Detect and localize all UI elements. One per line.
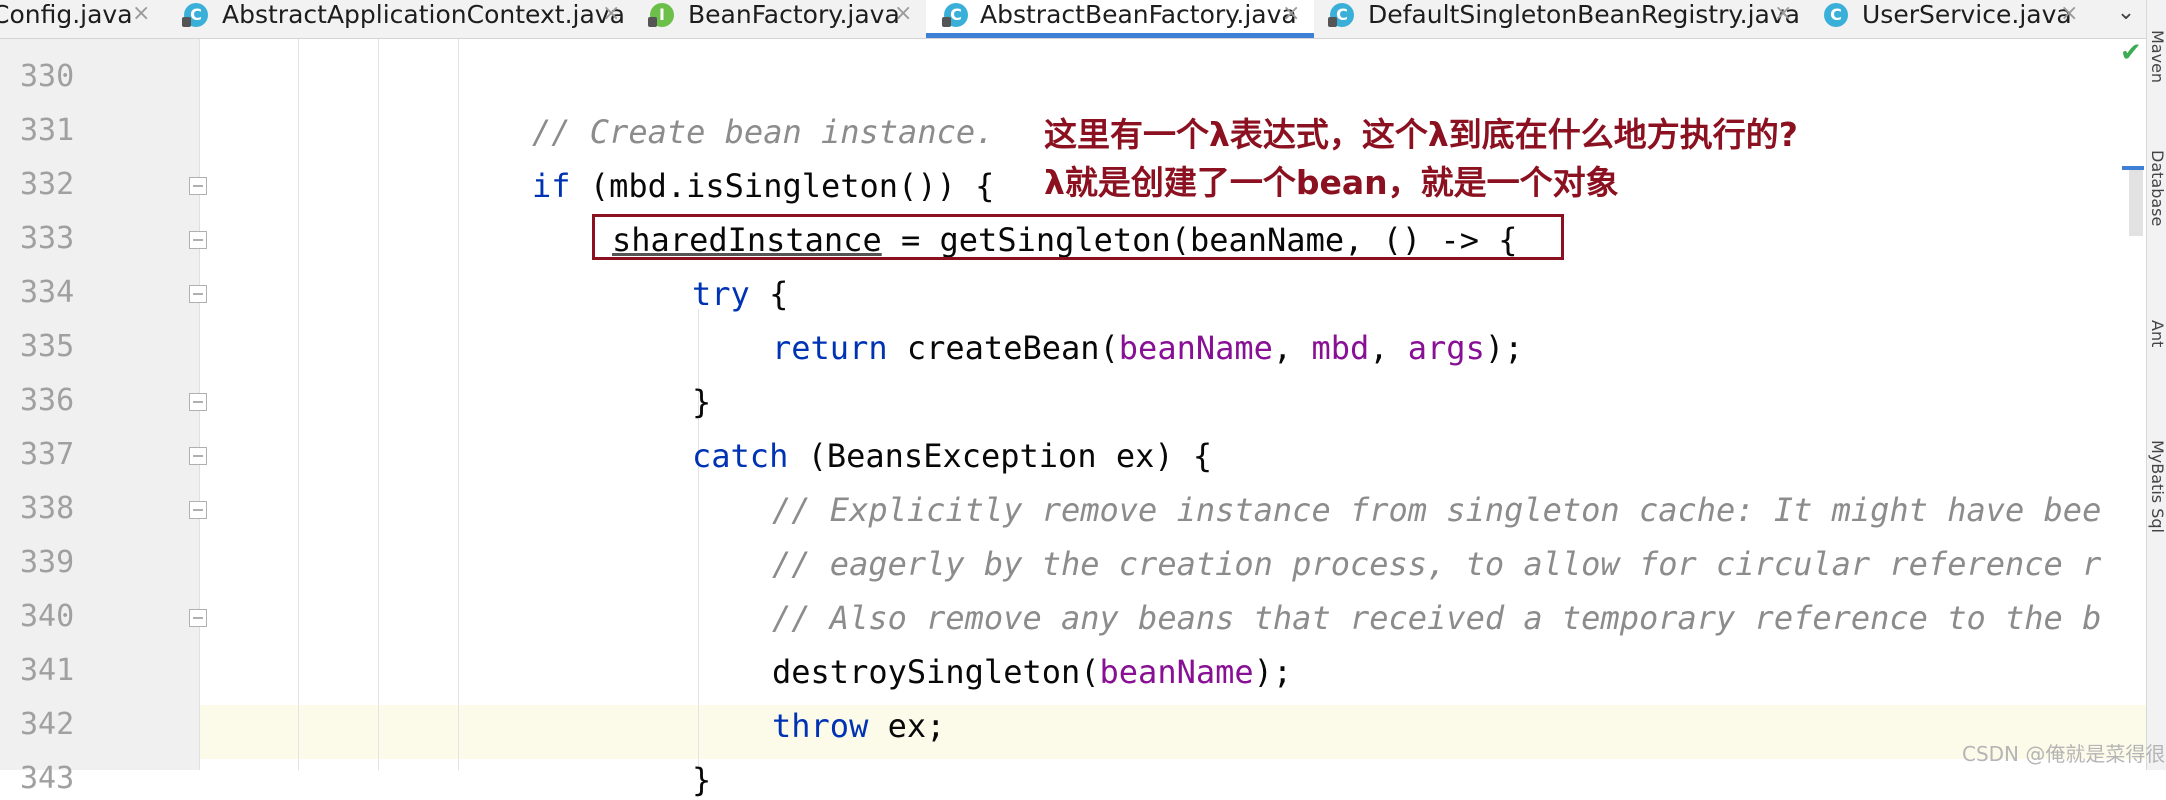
tab-default-singleton-bean-registry[interactable]: C DefaultSingletonBeanRegistry.java × [1314,0,1800,38]
code-line-334[interactable]: try { [692,274,788,314]
line-number: 334 [20,275,75,310]
close-tab-icon[interactable]: × [1282,0,1300,28]
line-number: 335 [20,329,75,364]
tab-label: AbstractBeanFactory.java [980,0,1297,29]
code-keyword: if [532,167,571,205]
watermark: CSDN @俺就是菜得很 [1962,742,2166,766]
tab-label: BeanFactory.java [688,0,900,29]
line-number-gutter[interactable]: 330 331 332 333 334 335 336 337 338 339 … [0,39,200,796]
line-number: 338 [20,491,75,526]
annotation-highlight-box [592,214,1564,260]
ant-tool-tab[interactable]: Ant [2147,320,2166,347]
code-text: ex; [868,707,946,745]
code-line-343[interactable]: } [692,760,711,800]
code-line-339[interactable]: // eagerly by the creation process, to a… [772,544,2101,584]
tab-label: DefaultSingletonBeanRegistry.java [1368,0,1800,29]
code-text: } [692,761,712,799]
line-number: 330 [20,59,75,94]
code-text: { [749,275,789,313]
lock-icon [942,17,951,27]
annotation-text-line-2: λ就是创建了一个bean，就是一个对象 [1044,163,1619,202]
code-text: , [1369,329,1408,367]
code-keyword: try [692,275,750,313]
close-tab-icon[interactable]: × [2060,0,2078,28]
code-keyword: return [772,329,888,367]
line-number: 341 [20,653,75,688]
check-icon: ✔ [2120,38,2142,68]
code-parameter: mbd [1311,329,1370,367]
indent-guide [458,39,459,770]
tab-abstract-bean-factory[interactable]: C AbstractBeanFactory.java × [926,0,1314,38]
lock-icon [648,17,657,27]
code-text: (BeansException ex) { [788,437,1213,475]
code-line-341[interactable]: destroySingleton(beanName); [772,652,1292,692]
indent-guide [698,525,699,770]
chevron-down-icon[interactable]: ⌄ [2106,0,2146,30]
class-icon: C [182,3,208,27]
line-number: 339 [20,545,75,580]
code-keyword: throw [772,707,869,745]
code-text: , [1272,329,1312,367]
code-line-332[interactable]: if (mbd.isSingleton()) { [532,166,994,206]
code-line-331[interactable]: // Create bean instance. [532,112,994,152]
line-number: 332 [20,167,75,202]
code-comment: // eagerly by the creation process, to a… [772,545,2102,583]
line-number: 331 [20,113,75,148]
lock-icon [182,17,191,27]
class-icon: C [1824,3,1848,27]
code-comment: // Also remove any beans that received a… [772,599,2102,637]
tab-label: Config.java [0,0,133,29]
tool-window-strip: Maven Database Ant MyBatis Sql [2146,0,2166,770]
current-line-highlight [200,705,2146,759]
database-tool-tab[interactable]: Database [2147,150,2166,226]
code-parameter: beanName [1118,329,1273,367]
close-tab-icon[interactable]: × [1774,0,1792,28]
class-icon: C [942,3,968,27]
tab-abstract-application-context[interactable]: C AbstractApplicationContext.java × [164,0,642,38]
interface-icon: I [648,3,674,27]
scrollbar-thumb[interactable] [2129,170,2143,236]
code-parameter: beanName [1099,653,1254,691]
indent-guide [298,39,299,770]
line-number: 340 [20,599,75,634]
line-number: 337 [20,437,75,472]
code-line-342[interactable]: throw ex; [772,706,945,746]
code-text: ); [1253,653,1293,691]
tab-bean-factory[interactable]: I BeanFactory.java × [642,0,926,38]
code-keyword: catch [692,437,789,475]
annotation-text-line-1: 这里有一个λ表达式，这个λ到底在什么地方执行的? [1044,115,1798,154]
tab-user-service[interactable]: C UserService.java × [1812,0,2102,38]
mybatis-sql-tool-tab[interactable]: MyBatis Sql [2147,440,2166,533]
code-text: } [692,383,712,421]
code-comment: // Create bean instance. [532,113,995,151]
tab-config-java[interactable]: Config.java × [0,0,164,38]
code-line-335[interactable]: return createBean(beanName, mbd, args); [772,328,1523,368]
close-tab-icon[interactable]: × [602,0,620,28]
code-text: destroySingleton( [772,653,1100,691]
line-number: 342 [20,707,75,742]
lock-icon [1328,17,1337,27]
close-tab-icon[interactable]: × [132,0,150,28]
maven-tool-tab[interactable]: Maven [2147,30,2166,83]
code-comment: // Explicitly remove instance from singl… [772,491,2102,529]
line-number: 333 [20,221,75,256]
line-number: 336 [20,383,75,418]
tab-label: AbstractApplicationContext.java [222,0,625,29]
code-line-340[interactable]: // Also remove any beans that received a… [772,598,2101,638]
indent-guide [378,39,379,770]
editor-tab-bar: Config.java × C AbstractApplicationConte… [0,0,2166,39]
code-line-336[interactable]: } [692,382,711,422]
code-line-337[interactable]: catch (BeansException ex) { [692,436,1212,476]
code-text: createBean( [887,329,1119,367]
tab-label: UserService.java [1862,0,2072,29]
line-number: 343 [20,761,75,796]
code-text: ); [1484,329,1524,367]
code-line-338[interactable]: // Explicitly remove instance from singl… [772,490,2101,530]
code-parameter: args [1407,329,1485,367]
close-tab-icon[interactable]: × [894,0,912,28]
class-icon: C [1328,3,1354,27]
code-text: (mbd.isSingleton()) { [570,167,995,205]
